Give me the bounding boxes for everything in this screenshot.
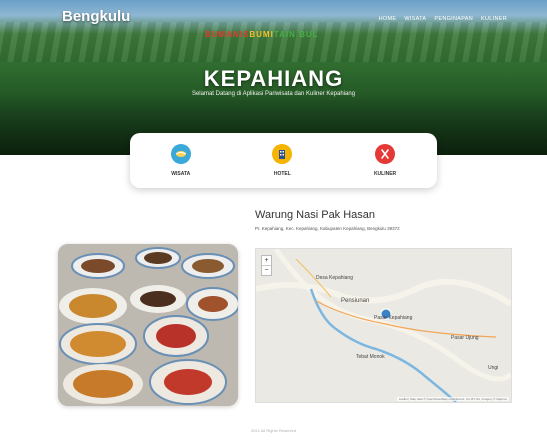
map-label: Desa Kepahiang	[316, 275, 353, 281]
category-card: WISATA HOTEL KULINER	[130, 133, 437, 188]
hotel-icon	[272, 144, 293, 164]
category-label-hotel: HOTEL	[273, 171, 291, 177]
map-label: Tebat Monok	[356, 354, 385, 360]
map-label: Ungi	[488, 365, 499, 371]
map-attribution[interactable]: Leaflet | Map data © OpenStreetMap contr…	[396, 397, 509, 401]
map-zoom-control: + −	[261, 255, 272, 276]
page-title: KEPAHIANG	[203, 66, 344, 91]
footer-copyright: 2021 All Rights Reserved	[251, 428, 296, 433]
map-label: Pasar Kepahiang	[374, 315, 413, 321]
category-wisata[interactable]: WISATA	[170, 144, 191, 177]
globe-icon	[170, 144, 191, 164]
category-label-kuliner: KULINER	[373, 171, 397, 177]
nav-home[interactable]: HOME	[379, 16, 397, 22]
nav-kuliner[interactable]: KULINER	[481, 16, 507, 22]
location-map[interactable]: + − Desa Kepahiang Pensiunan Pasar Kepah…	[255, 248, 512, 403]
restaurant-photo	[58, 244, 238, 406]
restaurant-name: Warung Nasi Pak Hasan	[255, 209, 376, 221]
restaurant-address: Pr. Kepahiang, Kec. Kepahiang, Kabupaten…	[255, 226, 400, 231]
zoom-in-button[interactable]: +	[262, 256, 271, 266]
page-subtitle: Selamat Datang di Aplikasi Pariwisata da…	[191, 91, 356, 97]
colorful-tagline: BUMANISBUMITAIN BUL	[205, 30, 319, 39]
tagline-part-1: BUMANIS	[205, 30, 250, 39]
nav-penginapan[interactable]: PENGINAPAN	[434, 16, 473, 22]
nav-wisata[interactable]: WISATA	[404, 16, 426, 22]
map-label: Pasar Ujung	[451, 335, 479, 341]
category-kuliner[interactable]: KULINER	[374, 144, 396, 177]
category-label-wisata: WISATA	[171, 171, 191, 177]
category-hotel[interactable]: HOTEL	[272, 144, 293, 177]
brand-logo[interactable]: Bengkulu	[62, 8, 130, 25]
top-nav: HOME WISATA PENGINAPAN KULINER	[379, 16, 507, 22]
zoom-out-button[interactable]: −	[262, 266, 271, 275]
tagline-part-2: BUMI	[249, 30, 274, 39]
map-label: Pensiunan	[341, 298, 370, 304]
utensils-icon	[375, 144, 396, 164]
tagline-part-3: TAIN BUL	[273, 30, 319, 39]
